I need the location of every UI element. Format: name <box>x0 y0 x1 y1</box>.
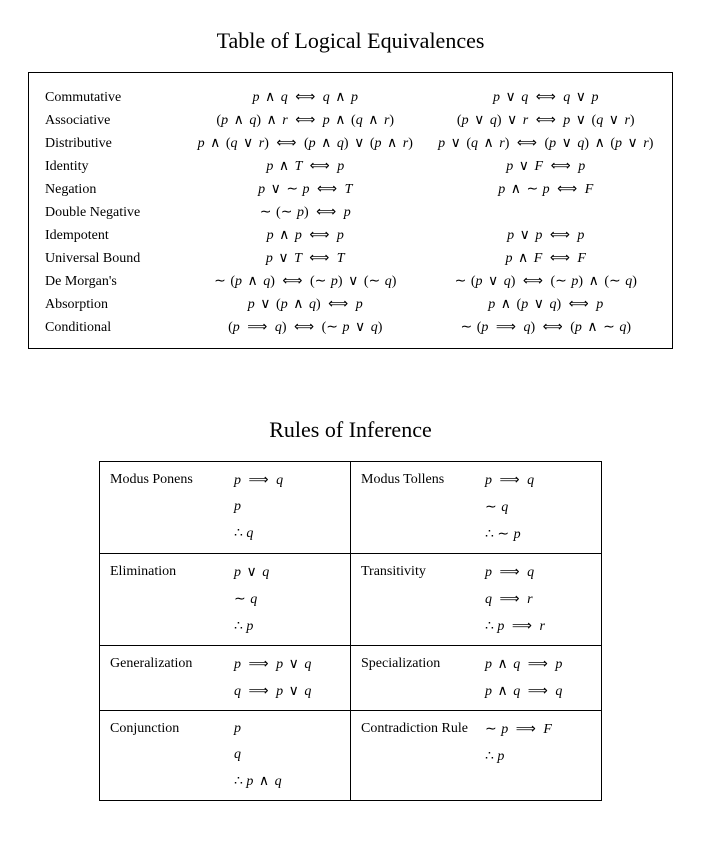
inference-name: Modus Ponens <box>100 462 234 552</box>
equiv-name: Idempotent <box>35 228 185 244</box>
equiv-formula: ∼ (p ⟹ q) ⟺ (p ∧ ∼ q) <box>426 319 667 336</box>
inference-line: ∼ p ⟹ F <box>485 721 595 738</box>
inference-line: p ⟹ q <box>485 472 595 489</box>
equiv-name: Double Negative <box>35 205 185 221</box>
inference-line: q ⟹ p ∨ q <box>234 683 344 700</box>
inference-cell: Transitivityp ⟹ q q ⟹ r ∴ p ⟹ r <box>351 554 601 645</box>
inference-lines: p ⟹ q p ∴ q <box>234 462 350 552</box>
equiv-formula: (p ∧ q) ∧ r ⟺ p ∧ (q ∧ r) <box>185 112 426 129</box>
equiv-formula: p ∧ (p ∨ q) ⟺ p <box>426 296 667 313</box>
equiv-row: Conditional(p ⟹ q) ⟺ (∼ p ∨ q)∼ (p ⟹ q) … <box>35 319 666 336</box>
inference-name: Elimination <box>100 554 234 645</box>
equiv-row: Distributivep ∧ (q ∨ r) ⟺ (p ∧ q) ∨ (p ∧… <box>35 135 666 152</box>
equiv-formula: p ∨ ∼ p ⟺ T <box>185 181 426 198</box>
inference-name: Specialization <box>351 646 485 710</box>
inference-line: ∴ p <box>234 618 344 635</box>
inference-line: p <box>234 721 344 737</box>
inference-line: ∴ p <box>485 748 595 765</box>
inference-table: Modus Ponensp ⟹ qp∴ qModus Tollensp ⟹ q∼… <box>99 461 602 801</box>
inference-line: ∴ p ⟹ r <box>485 618 595 635</box>
equiv-formula: p ∨ p ⟺ p <box>426 227 667 244</box>
inference-name: Contradiction Rule <box>351 711 485 775</box>
equiv-name: Absorption <box>35 297 185 313</box>
inference-lines: pq ∴ p ∧ q <box>234 711 350 800</box>
inference-name: Conjunction <box>100 711 234 800</box>
equiv-name: Negation <box>35 182 185 198</box>
equiv-row: Universal Boundp ∨ T ⟺ Tp ∧ F ⟺ F <box>35 250 666 267</box>
equiv-name: Universal Bound <box>35 251 185 267</box>
equiv-row: Idempotentp ∧ p ⟺ pp ∨ p ⟺ p <box>35 227 666 244</box>
inference-name: Generalization <box>100 646 234 710</box>
inference-line: p <box>234 499 344 515</box>
inference-lines: p ∧ q ⟹ p p ∧ q ⟹ q <box>485 646 601 710</box>
equiv-formula: p ∨ (q ∧ r) ⟺ (p ∨ q) ∧ (p ∨ r) <box>426 135 667 152</box>
inference-line: p ⟹ p ∨ q <box>234 656 344 673</box>
equiv-formula: p ∨ (p ∧ q) ⟺ p <box>185 296 426 313</box>
equiv-formula: p ∧ F ⟺ F <box>426 250 667 267</box>
equiv-name: Conditional <box>35 320 185 336</box>
equivalences-table: Commutativep ∧ q ⟺ q ∧ pp ∨ q ⟺ q ∨ p Ass… <box>28 72 673 349</box>
equiv-formula: ∼ (∼ p) ⟺ p <box>185 204 426 221</box>
inference-cell: Conjunctionpq ∴ p ∧ q <box>100 711 350 800</box>
inference-cell: Modus Tollensp ⟹ q ∼ q ∴ ∼ p <box>351 462 601 553</box>
inference-cell: Modus Ponensp ⟹ q p ∴ q <box>100 462 350 552</box>
equiv-formula: ∼ (p ∧ q) ⟺ (∼ p) ∨ (∼ q) <box>185 273 426 290</box>
inference-line: p ∧ q ⟹ p <box>485 656 595 673</box>
inference-line: q <box>234 747 344 763</box>
inference-line: ∴ ∼ p <box>485 526 595 543</box>
equiv-name: De Morgan's <box>35 274 185 290</box>
equiv-formula: p ∧ ∼ p ⟺ F <box>426 181 667 198</box>
inference-line: ∴ q <box>234 525 344 542</box>
equiv-formula: p ∨ T ⟺ T <box>185 250 426 267</box>
equiv-name: Distributive <box>35 136 185 152</box>
inference-lines: p ⟹ q ∼ q ∴ ∼ p <box>485 462 601 553</box>
inference-lines: p ⟹ q q ⟹ r ∴ p ⟹ r <box>485 554 601 645</box>
equiv-row: De Morgan's∼ (p ∧ q) ⟺ (∼ p) ∨ (∼ q)∼ (p… <box>35 273 666 290</box>
equiv-formula: p ∨ q ⟺ q ∨ p <box>426 89 667 106</box>
inference-line: ∴ p ∧ q <box>234 773 344 790</box>
equiv-formula: p ∧ T ⟺ p <box>185 158 426 175</box>
equiv-row: Identityp ∧ T ⟺ pp ∨ F ⟺ p <box>35 158 666 175</box>
inference-line: p ∧ q ⟹ q <box>485 683 595 700</box>
inference-name: Modus Tollens <box>351 462 485 553</box>
inference-cell: Generalizationp ⟹ p ∨ q q ⟹ p ∨ q <box>100 646 350 710</box>
inference-name: Transitivity <box>351 554 485 645</box>
inference-lines: p ∨ q ∼ q ∴ p <box>234 554 350 645</box>
equiv-formula: p ∧ q ⟺ q ∧ p <box>185 89 426 106</box>
equiv-row: Associative(p ∧ q) ∧ r ⟺ p ∧ (q ∧ r)(p ∨… <box>35 112 666 129</box>
inference-cell: Contradiction Rule∼ p ⟹ F ∴ p <box>351 711 601 775</box>
inference-line: ∼ q <box>234 591 344 608</box>
inference-line: p ∨ q <box>234 564 344 581</box>
equiv-row: Commutativep ∧ q ⟺ q ∧ pp ∨ q ⟺ q ∨ p <box>35 89 666 106</box>
equiv-formula: ∼ (p ∨ q) ⟺ (∼ p) ∧ (∼ q) <box>426 273 667 290</box>
inference-cell: Eliminationp ∨ q ∼ q ∴ p <box>100 554 350 645</box>
inference-line: p ⟹ q <box>485 564 595 581</box>
inference-title: Rules of Inference <box>28 417 673 443</box>
inference-line: ∼ q <box>485 499 595 516</box>
equiv-formula: (p ⟹ q) ⟺ (∼ p ∨ q) <box>185 319 426 336</box>
equiv-formula: p ∨ F ⟺ p <box>426 158 667 175</box>
equiv-formula: (p ∨ q) ∨ r ⟺ p ∨ (q ∨ r) <box>426 112 667 129</box>
inference-line: q ⟹ r <box>485 591 595 608</box>
equivalences-title: Table of Logical Equivalences <box>28 28 673 54</box>
equiv-name: Commutative <box>35 90 185 106</box>
inference-cell: Specializationp ∧ q ⟹ p p ∧ q ⟹ q <box>351 646 601 710</box>
equiv-row: Absorptionp ∨ (p ∧ q) ⟺ pp ∧ (p ∨ q) ⟺ p <box>35 296 666 313</box>
inference-line: p ⟹ q <box>234 472 344 489</box>
equiv-name: Identity <box>35 159 185 175</box>
inference-lines: ∼ p ⟹ F ∴ p <box>485 711 601 775</box>
equiv-formula: p ∧ (q ∨ r) ⟺ (p ∧ q) ∨ (p ∧ r) <box>185 135 426 152</box>
equiv-row: Negationp ∨ ∼ p ⟺ Tp ∧ ∼ p ⟺ F <box>35 181 666 198</box>
equiv-name: Associative <box>35 113 185 129</box>
equiv-row: Double Negative∼ (∼ p) ⟺ p <box>35 204 666 221</box>
inference-lines: p ⟹ p ∨ q q ⟹ p ∨ q <box>234 646 350 710</box>
equiv-formula: p ∧ p ⟺ p <box>185 227 426 244</box>
